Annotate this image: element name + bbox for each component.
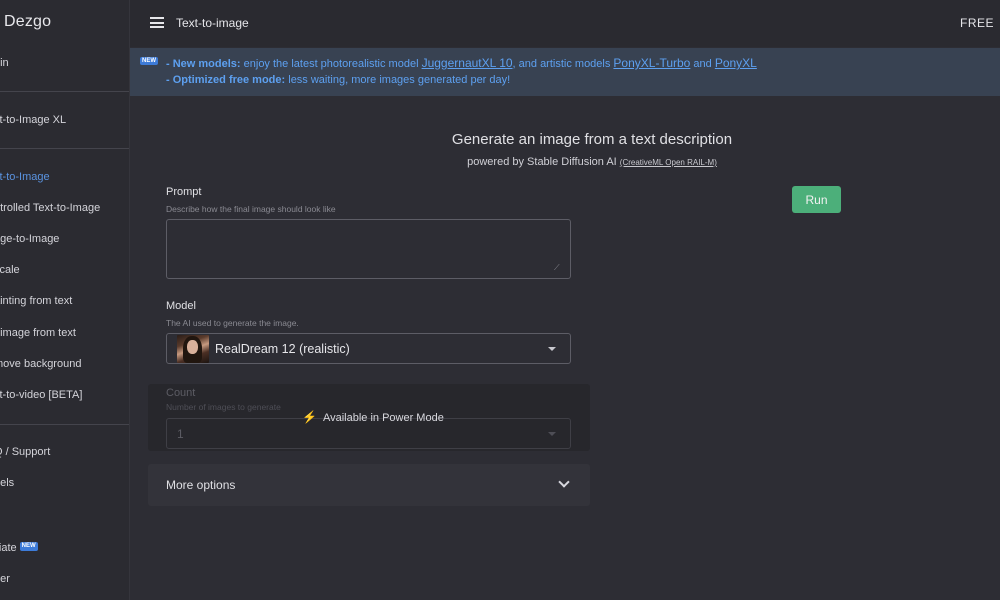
new-badge: NEW <box>140 57 158 65</box>
announcement-bold: - Optimized free mode: <box>166 74 286 86</box>
sidebar-item-affiliate[interactable]: iliateNEW <box>0 542 38 554</box>
announcement-text: less waiting, more images generated per … <box>285 74 511 86</box>
sidebar-item-label: iliate <box>0 542 17 554</box>
sidebar-item-models[interactable]: dels <box>0 477 14 489</box>
sidebar-item-edit-image[interactable]: t image from text <box>0 327 76 339</box>
announcement-text: and <box>690 58 715 70</box>
sidebar-divider <box>0 424 129 425</box>
model-thumbnail <box>177 335 209 363</box>
top-bar: Text-to-image FREE <box>130 0 1000 47</box>
model-select[interactable]: RealDream 12 (realistic) <box>166 333 571 364</box>
sidebar-item-faq-support[interactable]: Q / Support <box>0 446 50 458</box>
announcement-text: enjoy the latest photorealistic model <box>240 58 422 70</box>
power-mode-notice[interactable]: ⚡ Available in Power Mode <box>302 410 444 424</box>
license-link[interactable]: (CreativeML Open RAIL-M) <box>620 158 717 167</box>
announcement-line-models: - New models: enjoy the latest photoreal… <box>166 56 757 70</box>
plan-indicator[interactable]: FREE <box>960 16 994 30</box>
new-badge: NEW <box>19 542 38 551</box>
caret-down-icon <box>548 347 556 351</box>
sidebar-item-text-to-video[interactable]: xt-to-video [BETA] <box>0 389 82 401</box>
subtitle-text: powered by Stable Diffusion AI <box>467 156 620 168</box>
resize-handle-icon[interactable]: ⟋ <box>554 263 560 273</box>
count-value: 1 <box>177 427 184 441</box>
sidebar-item-inpainting[interactable]: ainting from text <box>0 295 72 307</box>
announcement-text: , and artistic models <box>512 58 614 70</box>
count-panel-locked: Count Number of images to generate 1 ⚡ Av… <box>148 384 590 451</box>
announcement-line-free-mode: - Optimized free mode: less waiting, mor… <box>166 74 510 86</box>
brand-name: Dezgo <box>4 13 52 30</box>
sidebar-divider <box>0 91 129 92</box>
model-label: Model <box>166 300 196 312</box>
announcement-bold: - New models: <box>166 58 241 70</box>
sidebar-item-login[interactable]: gin <box>0 57 9 69</box>
run-button[interactable]: Run <box>792 186 841 213</box>
sidebar-item-image-to-image[interactable]: age-to-Image <box>0 233 59 245</box>
prompt-label: Prompt <box>166 186 202 198</box>
sidebar-item-text-to-image[interactable]: xt-to-Image <box>0 171 50 183</box>
ponyxl-link[interactable]: PonyXL <box>715 56 757 70</box>
page-title: Text-to-image <box>176 16 249 30</box>
prompt-input[interactable] <box>166 219 571 279</box>
announcement-banner: NEW - New models: enjoy the latest photo… <box>130 48 1000 96</box>
more-options-label: More options <box>166 478 236 492</box>
lightning-icon: ⚡ <box>302 410 317 424</box>
count-label: Count <box>166 387 196 399</box>
prompt-hint: Describe how the final image should look… <box>166 204 336 214</box>
more-options-accordion[interactable]: More options <box>148 464 590 506</box>
menu-icon[interactable] <box>150 17 164 28</box>
ponyxl-turbo-link[interactable]: PonyXL-Turbo <box>613 56 690 70</box>
sidebar-item-controlled-text-to-image[interactable]: ntrolled Text-to-Image <box>0 202 100 214</box>
model-selected-value: RealDream 12 (realistic) <box>215 342 350 356</box>
sidebar-divider <box>0 148 129 149</box>
sidebar-item-text-to-image-xl[interactable]: xt-to-Image XL <box>0 114 66 126</box>
sidebar: Dezgo gin xt-to-Image XL xt-to-Image ntr… <box>0 0 130 600</box>
model-hint: The AI used to generate the image. <box>166 318 299 328</box>
power-mode-text: Available in Power Mode <box>322 412 444 424</box>
main-subtitle: powered by Stable Diffusion AI (Creative… <box>330 156 854 168</box>
sidebar-item-twitter[interactable]: tter <box>0 573 10 585</box>
caret-down-icon <box>548 432 556 436</box>
chevron-down-icon <box>558 476 570 488</box>
sidebar-item-upscale[interactable]: scale <box>0 264 20 276</box>
main-heading: Generate an image from a text descriptio… <box>451 131 733 148</box>
count-hint: Number of images to generate <box>166 402 281 412</box>
sidebar-item-remove-background[interactable]: move background <box>0 358 81 370</box>
brand-logo[interactable]: Dezgo <box>0 0 129 46</box>
juggernautxl-link[interactable]: JuggernautXL 10 <box>422 56 513 70</box>
